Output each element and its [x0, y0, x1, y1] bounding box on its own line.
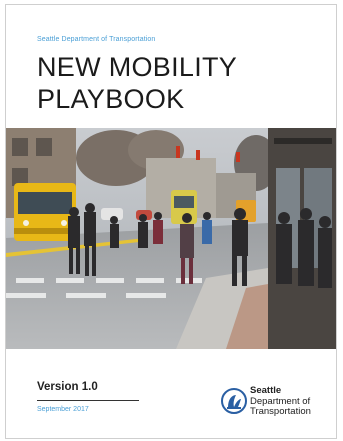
- divider: [37, 400, 139, 401]
- title-line-1: NEW MOBILITY: [37, 52, 238, 82]
- document-cover: Seattle Department of Transportation NEW…: [5, 4, 337, 439]
- logo-text: Seattle Department of Transportation: [250, 385, 311, 418]
- title-line-2: PLAYBOOK: [37, 84, 185, 114]
- sdot-logo: Seattle Department of Transportation: [220, 384, 330, 424]
- page-title: NEW MOBILITY PLAYBOOK: [37, 51, 237, 115]
- department-name: Seattle Department of Transportation: [37, 36, 156, 43]
- logo-line-3: Transportation: [250, 406, 311, 417]
- version-label: Version 1.0: [37, 381, 98, 393]
- logo-line-1: Seattle: [250, 385, 282, 396]
- publication-date: September 2017: [37, 406, 89, 413]
- cover-photo: [6, 128, 336, 349]
- seattle-logo-icon: [221, 388, 247, 414]
